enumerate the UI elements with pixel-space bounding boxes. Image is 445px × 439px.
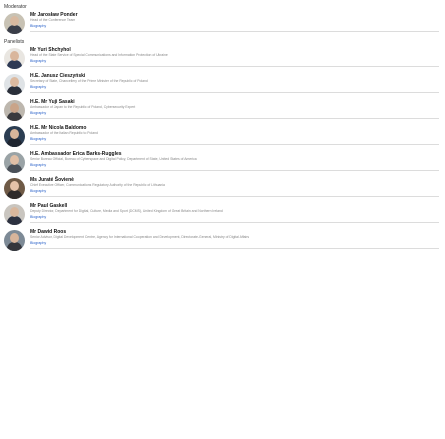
entry-divider: [30, 31, 439, 32]
biography-row: Biography: [30, 24, 439, 28]
speaker-info: Mr Yuri Shchyhol Head of the State Servic…: [30, 47, 439, 67]
speaker-photo: [4, 126, 25, 147]
biography-link[interactable]: Biography: [30, 189, 46, 193]
speaker-row: Mr Dawid Roos Senior Advisor, Digital Dev…: [4, 229, 439, 251]
speaker-row: H.E. Janusz Cieszyński Secretary of State…: [4, 73, 439, 95]
speaker-info: H.E. Janusz Cieszyński Secretary of State…: [30, 73, 439, 93]
speaker-description: Chief Executive Officer, Communications …: [30, 183, 165, 187]
speaker-entry: H.E. Ambassador Erica Barks-Ruggles Senio…: [4, 151, 439, 173]
speaker-description: Senior Bureau Official, Bureau of Cybers…: [30, 157, 197, 161]
biography-row: Biography: [30, 59, 439, 63]
biography-link[interactable]: Biography: [30, 163, 46, 167]
biography-row: Biography: [30, 163, 439, 167]
speaker-info: H.E. Mr Nicola Baldomo Ambassador of the …: [30, 125, 439, 145]
biography-link[interactable]: Biography: [30, 85, 46, 89]
entry-divider: [30, 92, 439, 93]
speaker-info: H.E. Ambassador Erica Barks-Ruggles Senio…: [30, 151, 439, 171]
photo-face: [10, 51, 19, 61]
panelists-list: Mr Yuri Shchyhol Head of the State Servic…: [4, 47, 439, 251]
speaker-info: Ms Juraté Šovienė Chief Executive Officer…: [30, 177, 439, 197]
speaker-photo: [4, 178, 25, 199]
photo-body: [7, 164, 22, 173]
entry-divider: [30, 248, 439, 249]
speaker-description: Secretary of State, Chancellery of the P…: [30, 79, 148, 83]
speaker-row: H.E. Mr Nicola Baldomo Ambassador of the …: [4, 125, 439, 147]
biography-link[interactable]: Biography: [30, 24, 46, 28]
biography-link[interactable]: Biography: [30, 137, 46, 141]
biography-row: Biography: [30, 215, 439, 219]
photo-body: [7, 190, 22, 199]
speaker-entry: Mr Dawid Roos Senior Advisor, Digital Dev…: [4, 229, 439, 251]
photo-face: [10, 207, 19, 217]
speaker-description: Head of the State Service of Special Com…: [30, 53, 168, 57]
speaker-photo: [4, 230, 25, 251]
speaker-entry: H.E. Mr Yuji Sasaki Ambassador of Japan t…: [4, 99, 439, 121]
speaker-info: Mr Paul Gaskell Deputy Director, Departme…: [30, 203, 439, 223]
biography-row: Biography: [30, 189, 439, 193]
speaker-description: Deputy Director, Department for Digital,…: [30, 209, 223, 213]
biography-link[interactable]: Biography: [30, 241, 46, 245]
photo-face: [10, 103, 19, 113]
speaker-entry: Mr Yuri Shchyhol Head of the State Servic…: [4, 47, 439, 69]
photo-face: [10, 155, 19, 165]
speaker-row: Mr Yuri Shchyhol Head of the State Servic…: [4, 47, 439, 69]
speaker-info: Mr Dawid Roos Senior Advisor, Digital Dev…: [30, 229, 439, 249]
photo-body: [7, 25, 22, 34]
speaker-description: Ambassador of the Italian Republic to Po…: [30, 131, 98, 135]
photo-face: [10, 16, 19, 26]
biography-row: Biography: [30, 111, 439, 115]
speaker-row: H.E. Ambassador Erica Barks-Ruggles Senio…: [4, 151, 439, 173]
speaker-photo: [4, 74, 25, 95]
entry-divider: [30, 170, 439, 171]
photo-body: [7, 138, 22, 147]
photo-face: [10, 233, 19, 243]
biography-row: Biography: [30, 85, 439, 89]
speaker-photo: [4, 204, 25, 225]
moderator-label: Moderator: [4, 4, 27, 10]
speaker-entry: H.E. Mr Nicola Baldomo Ambassador of the …: [4, 125, 439, 147]
biography-row: Biography: [30, 241, 439, 245]
speaker-row: Mr Jarosław Ponder Head of the Conference…: [4, 12, 439, 34]
speaker-photo: [4, 152, 25, 173]
biography-row: Biography: [30, 137, 439, 141]
entry-divider: [30, 196, 439, 197]
entry-divider: [30, 144, 439, 145]
photo-face: [10, 129, 19, 139]
speaker-info: H.E. Mr Yuji Sasaki Ambassador of Japan t…: [30, 99, 439, 119]
biography-link[interactable]: Biography: [30, 111, 46, 115]
speaker-entry: Ms Juraté Šovienė Chief Executive Officer…: [4, 177, 439, 199]
photo-body: [7, 242, 22, 251]
speaker-description: Head of the Conference Team: [30, 18, 76, 22]
moderator-list: Mr Jarosław Ponder Head of the Conference…: [4, 12, 439, 34]
speaker-info: Mr Jarosław Ponder Head of the Conference…: [30, 12, 439, 32]
speaker-description: Senior Advisor, Digital Development Cent…: [30, 235, 250, 239]
speaker-row: Mr Paul Gaskell Deputy Director, Departme…: [4, 203, 439, 225]
speaker-row: H.E. Mr Yuji Sasaki Ambassador of Japan t…: [4, 99, 439, 121]
speaker-row: Ms Juraté Šovienė Chief Executive Officer…: [4, 177, 439, 199]
entry-divider: [30, 222, 439, 223]
biography-link[interactable]: Biography: [30, 215, 46, 219]
photo-body: [7, 216, 22, 225]
speakers-page: Moderator Mr Jarosław Ponder Head of the …: [0, 0, 445, 439]
biography-link[interactable]: Biography: [30, 59, 46, 63]
speaker-entry: Mr Paul Gaskell Deputy Director, Departme…: [4, 203, 439, 225]
photo-body: [7, 60, 22, 69]
speaker-entry: Mr Jarosław Ponder Head of the Conference…: [4, 12, 439, 34]
speaker-entry: H.E. Janusz Cieszyński Secretary of State…: [4, 73, 439, 95]
panelists-label: Panelists: [4, 39, 25, 45]
photo-body: [7, 112, 22, 121]
photo-face: [10, 181, 19, 191]
speaker-photo: [4, 13, 25, 34]
speaker-photo: [4, 100, 25, 121]
entry-divider: [30, 66, 439, 67]
speaker-photo: [4, 48, 25, 69]
photo-body: [7, 86, 22, 95]
entry-divider: [30, 118, 439, 119]
photo-face: [10, 77, 19, 87]
speaker-description: Ambassador of Japan to the Republic of P…: [30, 105, 136, 109]
